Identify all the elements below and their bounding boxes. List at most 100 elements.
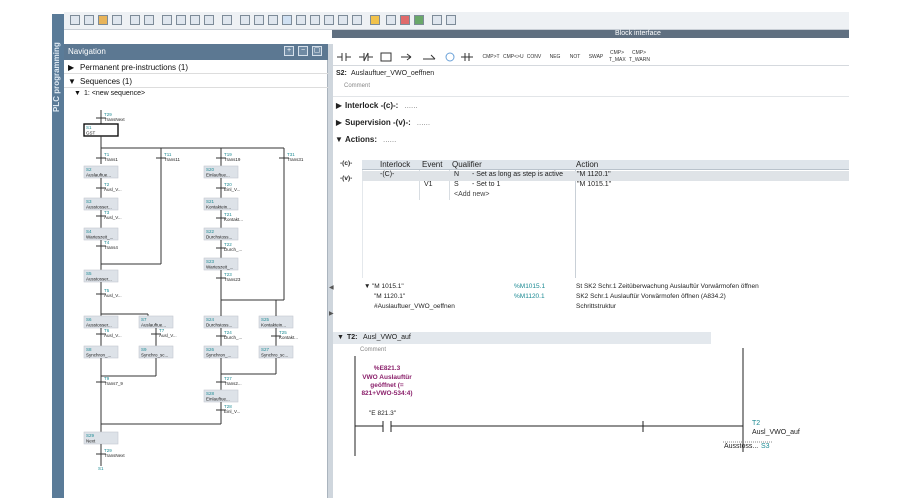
sfc-step-name[interactable]: Einlauftue... [206,173,230,178]
toolbar-icon[interactable] [112,15,122,25]
sfc-step-id[interactable]: S5 [86,271,92,276]
collapse-icon[interactable]: ▼ [364,283,370,290]
sfc-step-id[interactable]: S25 [261,317,270,322]
sfc-step-name[interactable]: Durchstoss... [206,323,232,328]
sfc-step-name[interactable]: Synchro_sc... [141,353,168,358]
toolbar-icon[interactable] [70,15,80,25]
supervision-section[interactable]: ▶ Supervision -(v)-:...... [333,118,849,132]
zoom-in-icon[interactable]: + [284,46,294,56]
block-interface-bar[interactable] [332,30,849,38]
toolbar-icon[interactable] [386,15,396,25]
sfc-step-id[interactable]: S8 [86,347,92,352]
next-step-name[interactable]: Ausstoss... [724,443,758,450]
collapse-icon[interactable]: ▼ [68,77,76,86]
expand-icon[interactable]: ▶ [68,63,74,72]
sfc-transition-name[interactable]: Ausl_V... [104,187,122,192]
sfc-step-id[interactable]: S21 [206,199,215,204]
sfc-transition-name[interactable]: TransNext [104,117,125,122]
fit-view-icon[interactable]: ▢ [312,46,322,56]
sfc-transition-name[interactable]: Ausl_V... [104,215,122,220]
toolbar-icon[interactable] [84,15,94,25]
instruction-conv[interactable]: CONV [525,50,543,64]
sfc-overview[interactable]: T29TransNextS1GSTT1Trans1T11Trans11T19Tr… [70,104,326,496]
instruction-swap[interactable]: SWAP [587,50,605,64]
sfc-transition-name[interactable]: Ausl_V... [104,293,122,298]
instruction-neg[interactable]: NEG [547,50,563,64]
operand-row[interactable]: ▼ "M 1015.1" %M1015.1 St SK2 Schr.1 Zeit… [362,283,849,293]
sfc-transition-name[interactable]: Trans23 [224,277,241,282]
collapse-icon[interactable]: ▼ [337,334,344,341]
contact-tag[interactable]: "E 821.3" [369,410,396,417]
interlock-marker[interactable]: -(c)- [340,160,352,167]
sfc-step-name[interactable]: GST [86,131,96,136]
actions-section[interactable]: ▼ Actions:...... [333,135,849,149]
toolbar-icon[interactable] [282,15,292,25]
sfc-transition-name[interactable]: Einl_V... [224,409,240,414]
sfc-step-id[interactable]: S20 [206,167,215,172]
sfc-transition-name[interactable]: Durch_... [224,247,242,252]
sfc-step-id[interactable]: S9 [141,347,147,352]
sfc-transition-name[interactable]: Trans11 [164,157,181,162]
supervision-marker[interactable]: -(v)- [340,175,352,182]
sfc-transition-name[interactable]: Trans4 [104,245,118,250]
toolbar-icon[interactable] [310,15,320,25]
collapse-icon[interactable]: ▼ [74,90,81,97]
sfc-step-id[interactable]: S2 [86,167,92,172]
sfc-step-id[interactable]: S7 [141,317,147,322]
sfc-transition-name[interactable]: Ausl_V... [159,333,177,338]
sfc-step-name[interactable]: Synchron_... [86,353,111,358]
sfc-step-id[interactable]: S24 [206,317,215,322]
toolbar-icon[interactable] [414,15,424,25]
sfc-step-id[interactable]: S29 [86,433,95,438]
transition-header[interactable]: ▼ T2: Ausl_VWO_auf [333,332,711,344]
toolbar-icon[interactable] [338,15,348,25]
toolbar-icon[interactable] [432,15,442,25]
action-operand[interactable]: "M 1015.1" [577,181,611,188]
sfc-transition-name[interactable]: Einl_V... [224,187,240,192]
toolbar-icon[interactable] [162,15,172,25]
sfc-step-name[interactable]: Kontaktein... [206,205,231,210]
expand-icon[interactable]: ▶ [333,101,345,110]
instruction-cmp-tmax[interactable]: CMP> T_MAX [609,50,626,64]
sfc-step-name[interactable]: Next [86,439,96,444]
sfc-transition-name[interactable]: Ausl_V... [104,333,122,338]
toolbar-icon[interactable] [204,15,214,25]
toolbar-icon[interactable] [222,15,232,25]
toolbar-icon[interactable] [176,15,186,25]
sfc-transition-name[interactable]: TransNext [104,453,125,458]
operand-row[interactable]: #Auslauftuer_VWO_oeffnen Schrittstruktur [362,303,849,313]
instruction-cmp-twarn[interactable]: CMP> T_WARN [629,50,650,64]
nav-row-permanent-pre-instructions[interactable]: ▶ Permanent pre-instructions (1) [64,62,328,74]
ladder-symbols[interactable] [337,52,473,62]
sfc-step-name[interactable]: Synchro_sc... [261,353,288,358]
sfc-transition-name[interactable]: Trans7_9 [104,381,123,386]
sfc-step-name[interactable]: Ausstosser... [86,277,112,282]
toolbar-icon[interactable] [324,15,334,25]
toolbar-icon[interactable] [352,15,362,25]
sfc-transition-name[interactable]: Trans2... [224,381,242,386]
sfc-transition-name[interactable]: Kontakt... [279,335,298,340]
toolbar-icon[interactable] [268,15,278,25]
toolbar-icon[interactable] [254,15,264,25]
toolbar-icon[interactable] [240,15,250,25]
toolbar-icon[interactable] [190,15,200,25]
sfc-step-name[interactable]: Warteszeit_... [86,235,113,240]
sfc-step-id[interactable]: S22 [206,229,215,234]
nav-row-sequences[interactable]: ▼ Sequences (1) [64,76,328,88]
action-row[interactable]: V1 S - Set to 1 "M 1015.1" [362,181,849,191]
toolbar-icon[interactable] [98,15,108,25]
sfc-transition-name[interactable]: Kontakt... [224,217,243,222]
sfc-step-id[interactable]: S23 [206,259,215,264]
collapse-icon[interactable]: ▼ [333,135,345,144]
expand-icon[interactable]: ▶ [333,118,345,127]
toolbar-icon[interactable] [296,15,306,25]
sfc-step-name[interactable]: Kontaktein... [261,323,286,328]
step-comment[interactable]: Comment [344,83,370,89]
nav-row-new-sequence[interactable]: ▼ 1: <new sequence> [64,89,328,101]
instruction-cmp-t[interactable]: CMP>T [481,50,501,64]
sfc-jump-target[interactable]: S1 [98,466,104,471]
sfc-step-id[interactable]: S1 [86,125,92,130]
sfc-transition-name[interactable]: Durch_... [224,335,242,340]
add-new-row[interactable]: <Add new> [362,191,574,201]
interlock-section[interactable]: ▶ Interlock -(c)-:...... [333,101,849,115]
